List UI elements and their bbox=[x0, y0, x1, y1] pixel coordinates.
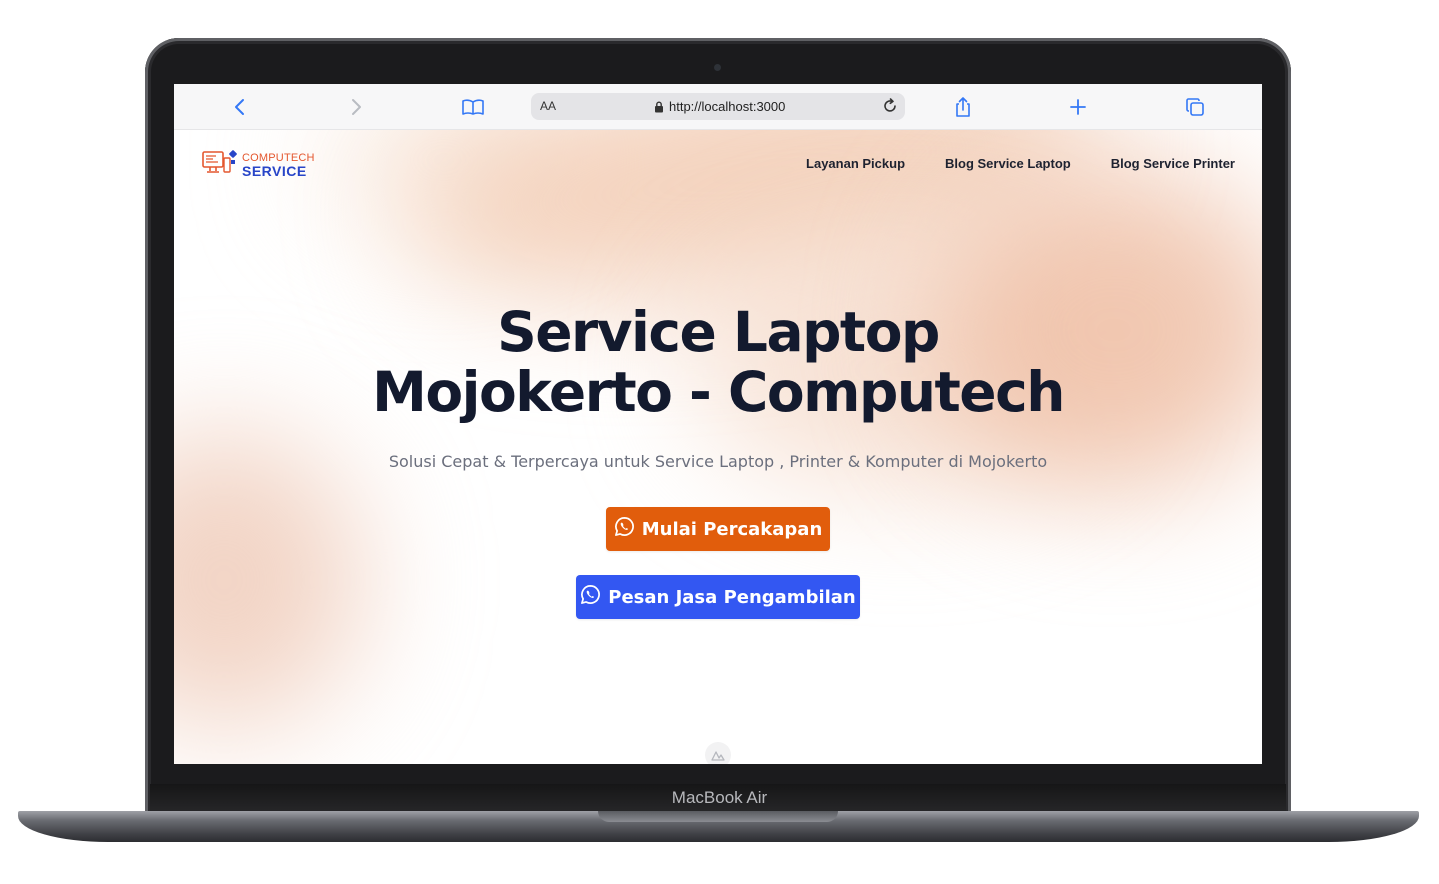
logo-line2: SERVICE bbox=[242, 162, 307, 179]
model-label: MacBook Air bbox=[671, 788, 768, 807]
share-icon[interactable] bbox=[951, 95, 975, 119]
reload-icon[interactable] bbox=[882, 98, 898, 119]
whatsapp-icon bbox=[614, 516, 635, 542]
start-chat-button[interactable]: Mulai Percakapan bbox=[606, 507, 830, 551]
laptop-mockup: AA http://localhost:3000 COMPUTECH SERVI… bbox=[0, 0, 1439, 884]
nav-link-blog-service-printer[interactable]: Blog Service Printer bbox=[1111, 156, 1235, 171]
logo-line1: COMPUTECH bbox=[242, 151, 315, 164]
whatsapp-icon bbox=[580, 584, 601, 610]
lock-icon bbox=[654, 100, 664, 118]
forward-icon[interactable] bbox=[344, 95, 368, 119]
hero-subtitle: Solusi Cepat & Terpercaya untuk Service … bbox=[388, 452, 1048, 471]
site-logo[interactable]: COMPUTECH SERVICE bbox=[202, 150, 315, 180]
tabs-icon[interactable] bbox=[1183, 95, 1207, 119]
hero-title-line1: Service Laptop bbox=[497, 300, 940, 364]
web-page: COMPUTECH SERVICE Layanan Pickup Blog Se… bbox=[174, 130, 1262, 764]
browser-toolbar: AA http://localhost:3000 bbox=[174, 84, 1262, 130]
bookmarks-icon[interactable] bbox=[461, 95, 485, 119]
back-icon[interactable] bbox=[228, 95, 252, 119]
computer-logo-icon bbox=[202, 150, 238, 180]
background-gradient bbox=[174, 430, 364, 730]
camera-icon bbox=[714, 64, 721, 71]
text-size-button[interactable]: AA bbox=[540, 99, 556, 113]
url-text: http://localhost:3000 bbox=[669, 99, 786, 114]
address-bar[interactable]: AA http://localhost:3000 bbox=[531, 93, 905, 120]
hero-title-line2: Mojokerto - Computech bbox=[372, 360, 1065, 424]
order-pickup-button[interactable]: Pesan Jasa Pengambilan bbox=[576, 575, 860, 619]
start-chat-label: Mulai Percakapan bbox=[641, 518, 823, 540]
nav-link-layanan-pickup[interactable]: Layanan Pickup bbox=[806, 156, 905, 171]
main-nav: Layanan Pickup Blog Service Laptop Blog … bbox=[806, 156, 1235, 171]
scroll-indicator-icon[interactable] bbox=[705, 742, 731, 764]
screen: AA http://localhost:3000 COMPUTECH SERVI… bbox=[174, 84, 1262, 764]
new-tab-icon[interactable] bbox=[1066, 95, 1090, 119]
order-pickup-label: Pesan Jasa Pengambilan bbox=[608, 586, 856, 608]
laptop-notch bbox=[598, 811, 838, 822]
hero-title: Service Laptop Mojokerto - Computech bbox=[174, 302, 1262, 422]
nav-link-blog-service-laptop[interactable]: Blog Service Laptop bbox=[945, 156, 1071, 171]
